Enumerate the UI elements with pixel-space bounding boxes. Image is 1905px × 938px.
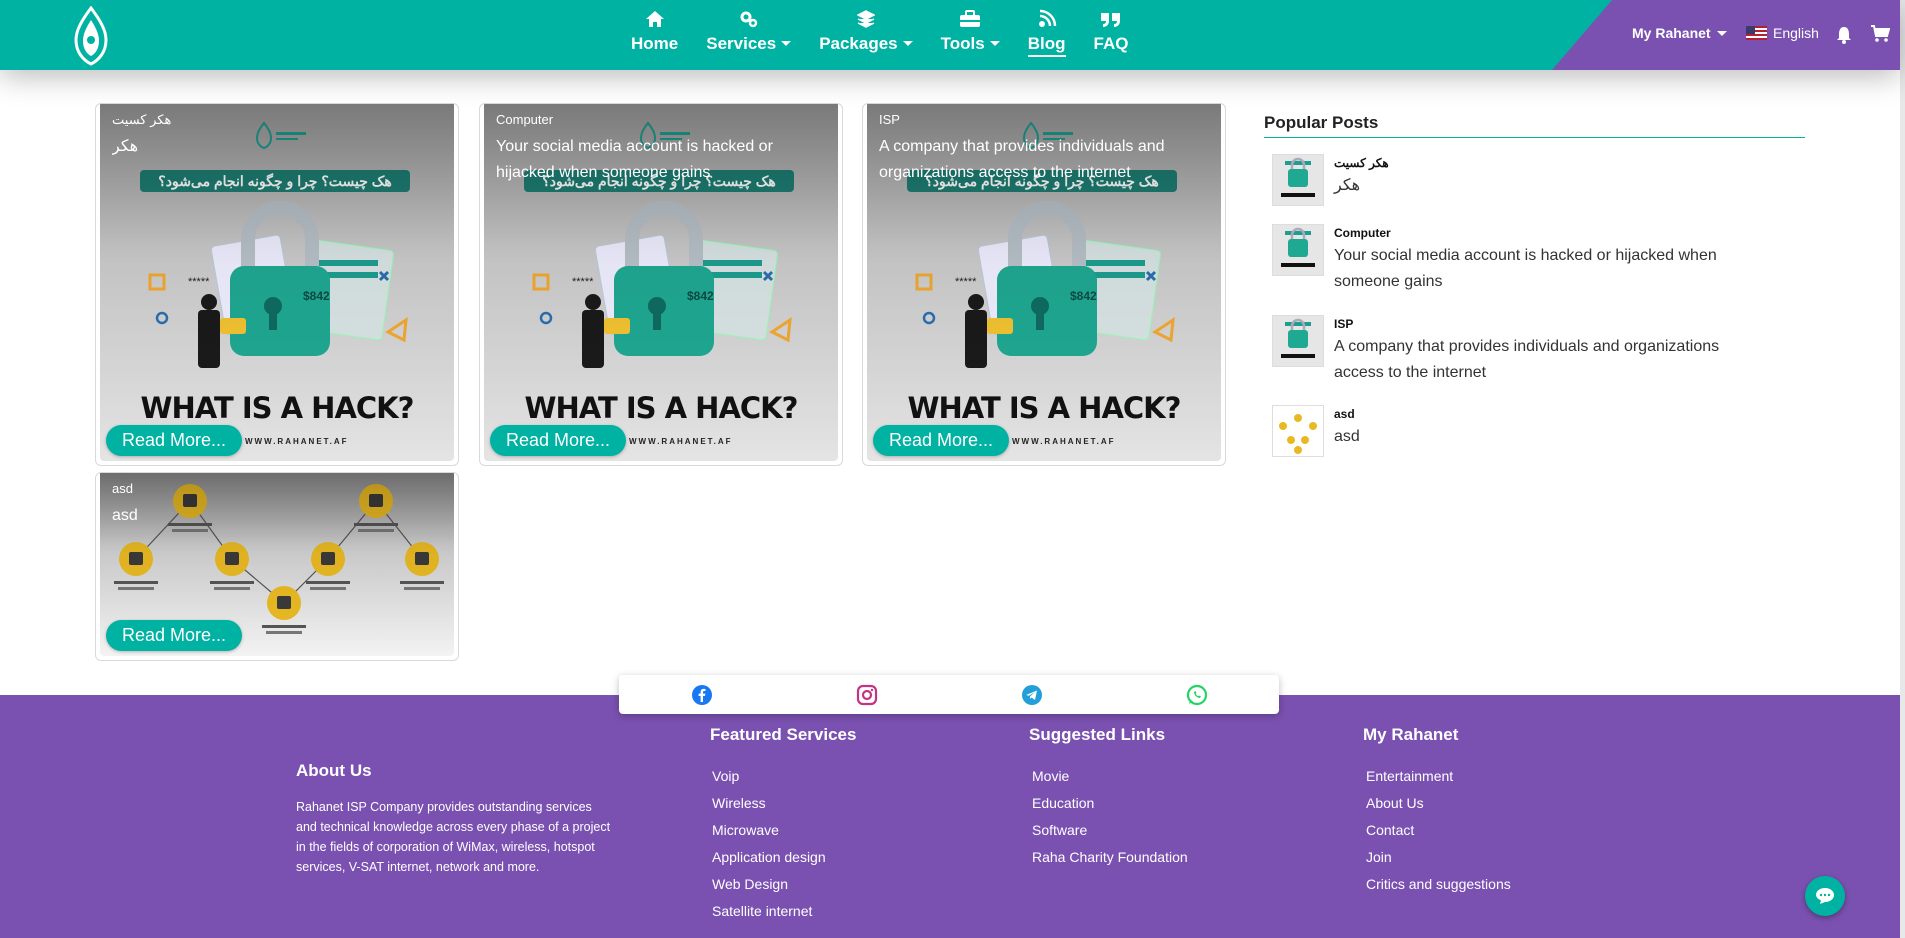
caret-down-icon [902,41,913,46]
footer-link[interactable]: About Us [1366,790,1511,817]
top-navbar: Home Services Packages Tools Blog FAQ My… [0,0,1900,70]
rahanet-logo[interactable] [72,6,110,66]
footer-link[interactable]: Raha Charity Foundation [1032,844,1188,871]
chat-bubble-icon [1816,888,1834,904]
footer-link[interactable]: Entertainment [1366,763,1511,790]
language-selector[interactable]: English [1746,25,1819,41]
blog-card[interactable]: هک چیست؟ چرا و چگونه انجام می‌شود؟ $842 … [479,103,843,466]
popular-post-item[interactable]: asd asd [1272,405,1360,457]
gears-icon [739,8,759,30]
my-rahanet-dropdown[interactable]: My Rahanet [1632,25,1727,41]
facebook-icon[interactable] [691,684,713,706]
footer-link[interactable]: Application design [712,844,826,871]
blog-card[interactable]: هک چیست؟ چرا و چگونه انجام می‌شود؟ $842 … [862,103,1226,466]
read-more-button[interactable]: Read More... [490,425,627,456]
nav-label: Blog [1027,34,1066,57]
blog-card[interactable]: asd asd Read More... [95,472,459,661]
footer-suggested-title: Suggested Links [1029,725,1166,744]
layers-icon [856,8,875,30]
popular-post-item[interactable]: Computer Your social media account is ha… [1272,224,1769,295]
chat-support-button[interactable] [1805,876,1845,916]
social-links-bar [619,675,1279,714]
popular-post-title: هکر [1334,177,1361,194]
footer-link[interactable]: Satellite internet [712,898,826,925]
nav-label: Services [706,34,777,53]
read-more-button[interactable]: Read More... [106,620,243,651]
telegram-icon[interactable] [1021,684,1043,706]
page-scrollbar[interactable] [1900,0,1905,938]
footer-featured-title: Featured Services [710,725,857,744]
footer-link[interactable]: Microwave [712,817,826,844]
nav-faq[interactable]: FAQ [1080,8,1143,57]
popular-post-item[interactable]: ISP A company that provides individuals … [1272,315,1769,386]
instagram-icon[interactable] [856,684,878,706]
footer-featured-links: Voip Wireless Microwave Application design W… [712,763,826,925]
footer-link[interactable]: Critics and suggestions [1366,871,1511,898]
popular-post-category: ISP [1334,317,1354,331]
nav-label: FAQ [1093,34,1129,53]
footer-link[interactable]: Web Design [712,871,826,898]
card-title: هکر [112,138,139,155]
popular-posts-title: Popular Posts [1264,113,1379,132]
footer-link[interactable]: Movie [1032,763,1188,790]
read-more-button[interactable]: Read More... [106,425,243,456]
card-category: هکر کسیت [112,112,172,127]
whatsapp-icon[interactable] [1186,684,1208,706]
quote-icon [1100,8,1122,30]
caret-down-icon [989,41,1000,46]
caret-down-icon [781,41,792,46]
popular-post-category: Computer [1334,226,1391,240]
bell-icon[interactable] [1836,26,1852,49]
footer-link[interactable]: Join [1366,844,1511,871]
popular-post-title: Your social media account is hacked or h… [1334,247,1717,290]
footer-about-text: Rahanet ISP Company provides outstanding… [296,800,611,874]
card-title: A company that provides individuals and … [879,138,1165,181]
footer-my-rahanet-title: My Rahanet [1363,725,1459,744]
footer-link[interactable]: Contact [1366,817,1511,844]
popular-post-thumbnail [1272,315,1324,367]
site-footer: About Us Rahanet ISP Company provides ou… [0,695,1900,938]
footer-link[interactable]: Software [1032,817,1188,844]
cart-icon[interactable] [1870,25,1891,48]
popular-post-title: asd [1334,428,1360,445]
popular-post-thumbnail [1272,154,1324,206]
footer-link[interactable]: Wireless [712,790,826,817]
toolbox-icon [959,8,981,30]
caret-down-icon [1716,31,1727,36]
card-title: Your social media account is hacked or h… [496,138,773,181]
read-more-button[interactable]: Read More... [873,425,1010,456]
us-flag-icon [1746,26,1767,40]
popular-posts-divider [1264,137,1805,138]
nav-label: Home [631,34,679,53]
popular-post-thumbnail [1272,224,1324,276]
nav-label: Packages [819,34,898,53]
home-icon [645,8,665,30]
footer-my-rahanet-links: Entertainment About Us Contact Join Critics … [1366,763,1511,898]
nav-packages[interactable]: Packages [805,8,926,57]
popular-post-thumbnail [1272,405,1324,457]
card-category: asd [112,481,133,496]
card-title: asd [112,507,138,524]
main-nav: Home Services Packages Tools Blog FAQ [617,8,1142,57]
nav-home[interactable]: Home [617,8,692,57]
footer-suggested-links: Movie Education Software Raha Charity Found… [1032,763,1188,871]
nav-services[interactable]: Services [692,8,805,57]
card-category: ISP [879,112,900,127]
nav-label: Tools [940,34,985,53]
nav-tools[interactable]: Tools [927,8,1014,57]
popular-post-category: asd [1334,407,1355,421]
blog-card[interactable]: هک چیست؟ چرا و چگونه انجام می‌شود؟ $842 … [95,103,459,466]
footer-link[interactable]: Voip [712,763,826,790]
card-category: Computer [496,112,554,127]
footer-about-title: About Us [296,761,372,780]
popular-post-category: هکر کسیت [1334,156,1389,170]
blog-rss-icon [1037,8,1057,30]
popular-post-title: A company that provides individuals and … [1334,338,1720,381]
nav-blog[interactable]: Blog [1014,8,1080,57]
footer-link[interactable]: Education [1032,790,1188,817]
popular-post-item[interactable]: هکر کسیت هکر [1272,154,1389,206]
